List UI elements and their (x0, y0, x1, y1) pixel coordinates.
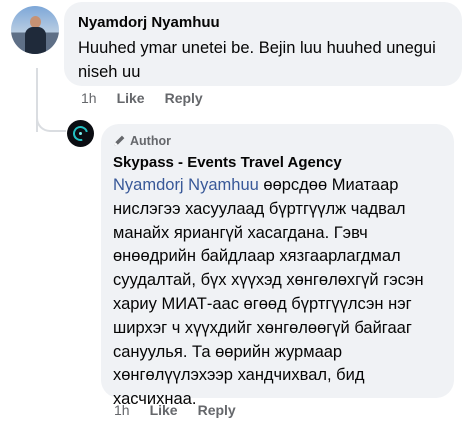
reply-timestamp[interactable]: 1h (114, 402, 130, 418)
logo-dot (79, 132, 82, 135)
thread-connector (36, 104, 66, 132)
pencil-icon (114, 135, 125, 146)
reply-button[interactable]: Reply (165, 90, 203, 106)
mention-link[interactable]: Nyamdorj Nyamhuu (113, 176, 259, 194)
reply-text: Nyamdorj Nyamhuu өөрсдөө Миатаар нислэгэ… (113, 174, 442, 412)
author-badge-label: Author (130, 133, 171, 148)
reply-actions: 1h Like Reply (114, 402, 256, 418)
reply-bubble: Author Skypass - Events Travel Agency Ny… (101, 124, 454, 408)
reply-reply-button[interactable]: Reply (198, 402, 236, 418)
comment-author-name[interactable]: Nyamdorj Nyamhuu (78, 13, 448, 33)
comment-text: Huuhed ymar unetei be. Bejin luu huuhed … (78, 39, 436, 81)
page-avatar[interactable] (67, 120, 94, 147)
reply-body: өөрсдөө Миатаар нислэгээ хасуулаад бүртг… (113, 176, 424, 409)
comment-bubble: Nyamdorj Nyamhuu Huuhed ymar unetei be. … (64, 2, 462, 86)
reply-author-name[interactable]: Skypass - Events Travel Agency (113, 153, 442, 173)
comment-timestamp[interactable]: 1h (81, 90, 97, 106)
like-button[interactable]: Like (117, 90, 145, 106)
reply-like-button[interactable]: Like (150, 402, 178, 418)
author-badge: Author (113, 132, 442, 149)
avatar[interactable] (11, 6, 59, 54)
avatar-body (25, 27, 46, 54)
comment-actions: 1h Like Reply (81, 90, 223, 106)
